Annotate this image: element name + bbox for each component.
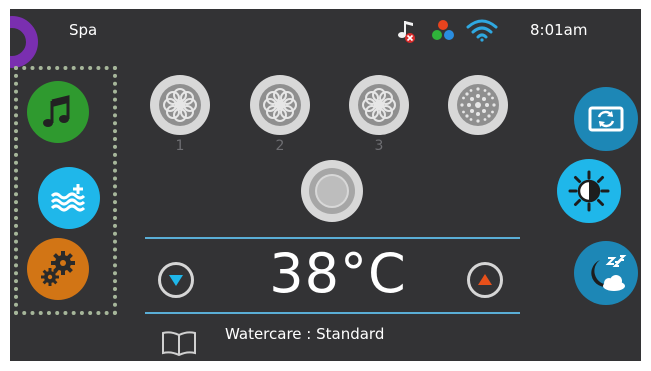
brightness-button[interactable]: [557, 159, 621, 223]
temperature-up-button[interactable]: [467, 262, 503, 298]
status-title: Spa: [69, 21, 98, 39]
blower-icon: [457, 84, 499, 126]
triangle-up-icon: [478, 274, 492, 285]
sleep-button[interactable]: [574, 241, 638, 305]
logo-icon: [10, 16, 38, 68]
water-plus-icon: [50, 184, 86, 212]
pump-2-button[interactable]: [250, 75, 310, 135]
temperature-top-divider: [145, 237, 520, 239]
pump-1-label: 1: [175, 138, 185, 154]
flip-screen-button[interactable]: [574, 87, 638, 151]
settings-button[interactable]: [27, 238, 89, 300]
water-care-button[interactable]: [38, 167, 100, 229]
music-icon: [43, 95, 70, 127]
pump-2-label: 2: [275, 138, 285, 154]
flip-screen-icon: [588, 106, 624, 132]
triangle-down-icon: [169, 275, 183, 286]
temperature-value: 38°C: [269, 242, 407, 305]
pump-3-label: 3: [374, 138, 384, 154]
light-ring-icon: [309, 168, 355, 214]
wifi-icon[interactable]: [466, 18, 498, 42]
sleep-moon-icon: [591, 255, 627, 291]
brightness-icon: [568, 170, 610, 212]
color-dots-icon[interactable]: [430, 18, 456, 44]
pump-3-button[interactable]: [349, 75, 409, 135]
pump-flower-icon: [358, 84, 400, 126]
spa-screen: Spa 8:01am 1 2 3 38°C Watercare: Standa…: [10, 9, 641, 361]
pump-flower-icon: [259, 84, 301, 126]
watercare-status[interactable]: Watercare : Standard: [225, 325, 384, 343]
pump-flower-icon: [159, 84, 201, 126]
music-muted-icon[interactable]: [396, 17, 422, 45]
light-button[interactable]: [301, 160, 363, 222]
book-icon[interactable]: [160, 330, 198, 356]
status-time: 8:01am: [530, 21, 588, 39]
blower-button[interactable]: [448, 75, 508, 135]
pump-1-button[interactable]: [150, 75, 210, 135]
temperature-down-button[interactable]: [158, 262, 194, 298]
music-button[interactable]: [27, 81, 89, 143]
settings-gears-icon: [41, 251, 75, 286]
temperature-bottom-divider: [145, 312, 520, 314]
